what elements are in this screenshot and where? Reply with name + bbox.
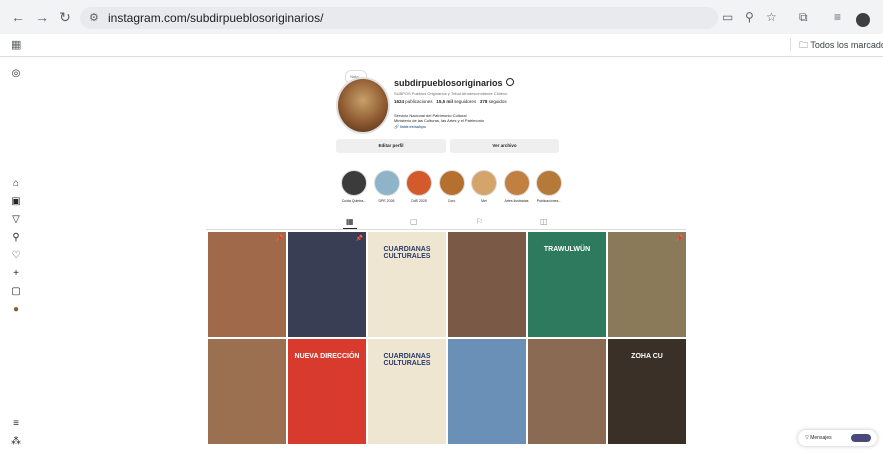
post-tile[interactable] <box>208 339 286 444</box>
browser-toolbar: ← → ↻ ⚙ instagram.com/subdirpueblosorigi… <box>0 0 883 34</box>
instagram-logo-icon[interactable]: ◎ <box>10 68 22 79</box>
posts-count: 1624 <box>394 99 405 104</box>
reload-icon[interactable]: ↻ <box>57 9 73 25</box>
back-icon[interactable]: ← <box>10 9 26 25</box>
profile-stats: 1624 publicaciones 15,5 mil seguidores 3… <box>394 99 507 104</box>
pin-icon: 📌 <box>275 236 283 242</box>
highlight-label: Artes ilustradas <box>504 199 529 203</box>
edit-profile-button[interactable]: Editar perfil <box>336 139 446 153</box>
search-icon[interactable]: ⚲ <box>10 232 22 243</box>
story-highlight[interactable]: Publicaciones... <box>536 170 562 203</box>
url-text[interactable]: instagram.com/subdirpueblosoriginarios/ <box>108 11 323 25</box>
bio: Servicio Nacional del Patrimonio Cultura… <box>394 113 484 123</box>
divider <box>206 229 686 230</box>
highlight-label: Coro <box>447 199 456 203</box>
bookmarks-bar: ▦ 🗀 Todos los marcadores <box>0 34 883 57</box>
tab-posts-icon[interactable]: ▦ <box>346 217 354 226</box>
story-highlight[interactable]: Cuida Quintra... <box>341 170 367 203</box>
post-tile[interactable]: CUARDIANAS CULTURALES <box>368 339 446 444</box>
pin-icon: 📌 <box>355 236 363 242</box>
highlight-cover <box>471 170 497 196</box>
bio-line: Ministerio de las Culturas, las Artes y … <box>394 118 485 123</box>
story-highlight[interactable]: Artes ilustradas <box>503 170 530 203</box>
highlight-label: DPE 2026 <box>378 199 395 203</box>
messages-button[interactable]: ▽ Mensajes <box>798 430 877 446</box>
messages-label: Mensajes <box>810 435 832 441</box>
following-label[interactable]: seguidos <box>489 99 507 104</box>
bio-link-text[interactable]: linktr.ee/subpo <box>400 124 426 129</box>
highlight-cover <box>536 170 562 196</box>
post-tile[interactable]: ZOHA CU <box>608 339 686 444</box>
home-icon[interactable]: ⌂ <box>10 178 22 189</box>
post-tile[interactable]: 📌 <box>208 232 286 337</box>
story-highlight[interactable]: DdS 2025 <box>406 170 432 203</box>
more-icon[interactable]: ⁂ <box>10 436 22 447</box>
zoom-icon[interactable]: ⚲ <box>745 10 754 24</box>
highlight-label: Cuida Quintra... <box>341 199 367 203</box>
highlight-cover <box>341 170 367 196</box>
following-count[interactable]: 378 <box>480 99 488 104</box>
forward-icon[interactable]: → <box>34 9 50 25</box>
highlight-cover <box>373 170 400 196</box>
post-tile[interactable] <box>448 232 526 337</box>
highlight-cover <box>406 170 432 196</box>
bookmark-folder-label: Todos los marcadores <box>810 40 883 50</box>
pin-icon: 📌 <box>675 236 683 242</box>
post-caption: CUARDIANAS CULTURALES <box>383 246 431 260</box>
post-caption: CUARDIANAS CULTURALES <box>383 353 431 367</box>
view-archive-button[interactable]: Ver archivo <box>450 139 559 153</box>
reading-list-icon[interactable]: ≡ <box>834 10 841 24</box>
post-caption: TRAWULWÜN <box>543 246 591 253</box>
post-caption: ZOHA CU <box>631 353 663 360</box>
post-caption: NUEVA DIRECCIÓN <box>294 353 360 360</box>
post-tile[interactable]: 📌 <box>288 232 366 337</box>
explore-icon[interactable]: ▽ <box>10 214 22 225</box>
story-highlight[interactable]: Mel <box>471 170 497 203</box>
followers-count[interactable]: 15,5 mil <box>436 99 453 104</box>
site-settings-icon[interactable]: ⚙ <box>89 11 99 24</box>
followers-label[interactable]: seguidores <box>454 99 476 104</box>
profile-icon[interactable]: ● <box>10 304 22 315</box>
avatar <box>851 434 871 442</box>
settings-icon[interactable] <box>505 78 514 86</box>
active-tab-indicator <box>343 228 357 229</box>
bio-link[interactable]: 🔗 linktr.ee/subpo <box>394 124 426 129</box>
full-name: SUBPOS Pueblos Originarios y Tribal Afro… <box>394 91 508 96</box>
highlight-label: Mel <box>481 199 487 203</box>
tab-tagged-icon[interactable]: ◫ <box>540 217 548 226</box>
profile-photo[interactable] <box>336 77 390 134</box>
star-icon[interactable]: ☆ <box>766 10 777 24</box>
menu-icon[interactable]: ≡ <box>10 418 22 429</box>
story-highlight[interactable]: DPE 2026 <box>373 170 400 203</box>
post-tile[interactable]: CUARDIANAS CULTURALES <box>368 232 446 337</box>
messages-icon: ▽ <box>805 435 809 441</box>
dashboard-icon[interactable]: ▢ <box>10 286 22 297</box>
cast-icon[interactable]: ▭ <box>722 10 733 24</box>
posts-label: publicaciones <box>405 99 433 104</box>
divider <box>790 38 791 51</box>
highlight-label: DdS 2025 <box>411 199 427 203</box>
reels-icon[interactable]: ▣ <box>10 196 22 207</box>
notifications-icon[interactable]: ♡ <box>10 250 22 261</box>
username: subdirpueblosoriginarios <box>394 78 503 88</box>
post-tile[interactable]: 📌 <box>608 232 686 337</box>
tab-saved-icon[interactable]: ⚐ <box>476 217 483 226</box>
bookmark-folder[interactable]: 🗀 Todos los marcadores <box>799 38 883 54</box>
highlight-cover <box>503 170 530 196</box>
instagram-sidebar: ◎ ⌂ ▣ ▽ ⚲ ♡ + ▢ ● ≡ ⁂ <box>0 56 30 452</box>
highlight-cover <box>438 170 465 196</box>
highlight-label: Publicaciones... <box>536 199 562 203</box>
profile-avatar-icon[interactable] <box>856 13 870 27</box>
profile-username-row: subdirpueblosoriginarios <box>394 78 514 88</box>
post-tile[interactable] <box>448 339 526 444</box>
post-tile[interactable]: TRAWULWÜN <box>528 232 606 337</box>
apps-icon[interactable]: ▦ <box>11 38 21 51</box>
create-icon[interactable]: + <box>10 268 22 279</box>
tab-reels-icon[interactable]: ▢ <box>410 217 418 226</box>
post-tile[interactable]: NUEVA DIRECCIÓN <box>288 339 366 444</box>
address-bar[interactable]: ⚙ instagram.com/subdirpueblosoriginarios… <box>80 7 718 29</box>
post-tile[interactable] <box>528 339 606 444</box>
extensions-icon[interactable]: ⧉ <box>799 10 808 24</box>
story-highlight[interactable]: Coro <box>438 170 465 203</box>
